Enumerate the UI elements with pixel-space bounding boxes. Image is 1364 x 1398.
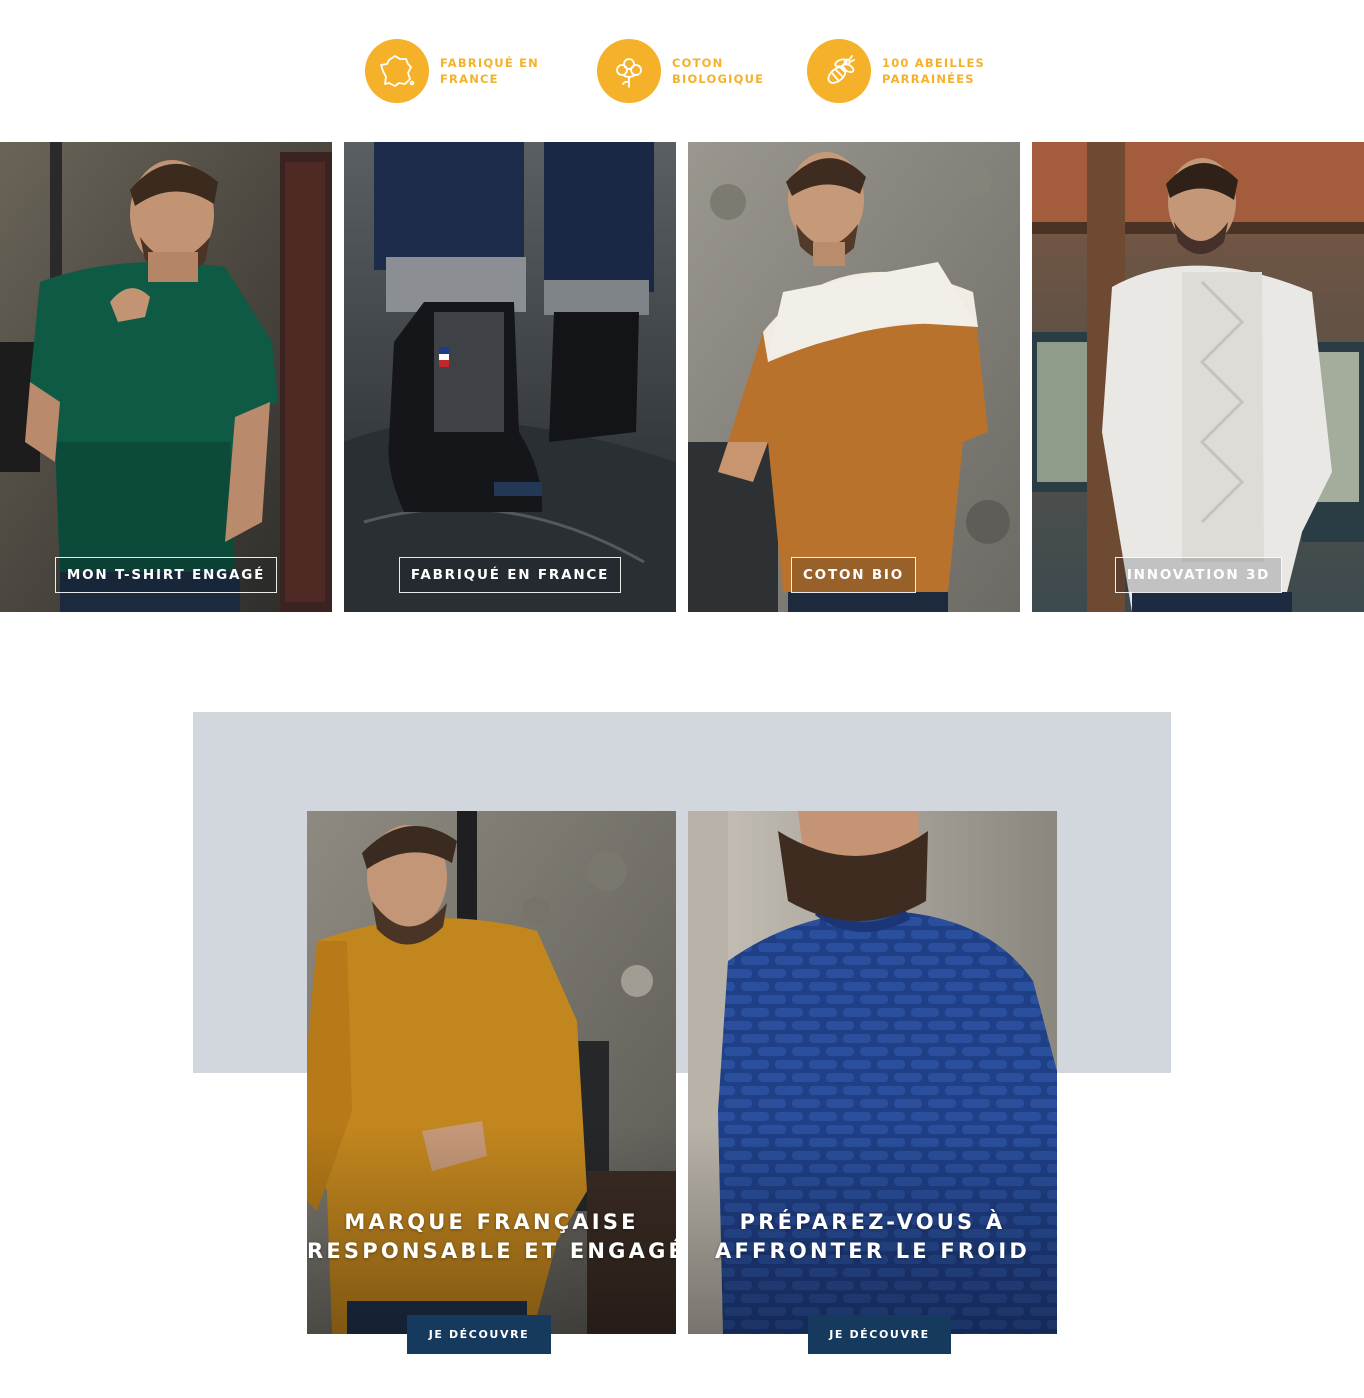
cotton-flower-icon: [597, 39, 661, 103]
man-colorblock-sweatshirt-photo: [688, 142, 1020, 612]
promo-card-french-brand[interactable]: MARQUE FRANÇAISE RESPONSABLE ET ENGAGÉE: [307, 811, 676, 1334]
category-tile-tshirt[interactable]: MON T-SHIRT ENGAGÉ: [0, 142, 332, 612]
promo-headline-line1: MARQUE FRANÇAISE: [344, 1210, 639, 1234]
promo-headline-line2: RESPONSABLE ET ENGAGÉE: [307, 1239, 676, 1263]
black-rain-boots-photo: [344, 142, 676, 612]
feature-sponsored-bees: 100 ABEILLES PARRAINÉES: [807, 39, 985, 103]
promo-headline: MARQUE FRANÇAISE RESPONSABLE ET ENGAGÉE: [307, 1208, 676, 1266]
feature-label-line2: FRANCE: [440, 72, 499, 86]
tile-cta-tshirt[interactable]: MON T-SHIRT ENGAGÉ: [55, 557, 277, 593]
discover-button[interactable]: JE DÉCOUVRE: [407, 1315, 551, 1354]
promo-headline-line1: PRÉPAREZ-VOUS À: [739, 1210, 1006, 1234]
france-map-icon: [365, 39, 429, 103]
tile-cta-organic-cotton[interactable]: COTON BIO: [791, 557, 916, 593]
tile-cta-made-in-france[interactable]: FABRIQUÉ EN FRANCE: [399, 557, 621, 593]
bee-icon: [807, 39, 871, 103]
man-green-tshirt-photo: [0, 142, 332, 612]
feature-label-line2: PARRAINÉES: [882, 72, 975, 86]
promo-headline-line2: AFFRONTER LE FROID: [715, 1239, 1030, 1263]
category-tile-organic-cotton[interactable]: COTON BIO: [688, 142, 1020, 612]
category-tile-3d-innovation[interactable]: INNOVATION 3D: [1032, 142, 1364, 612]
man-white-cable-knit-photo: [1032, 142, 1364, 612]
discover-button[interactable]: JE DÉCOUVRE: [808, 1315, 951, 1354]
category-tile-made-in-france[interactable]: FABRIQUÉ EN FRANCE: [344, 142, 676, 612]
feature-label-line1: 100 ABEILLES: [882, 56, 986, 70]
promo-headline: PRÉPAREZ-VOUS À AFFRONTER LE FROID: [688, 1208, 1057, 1266]
feature-label-line2: BIOLOGIQUE: [672, 72, 765, 86]
feature-organic-cotton: COTON BIOLOGIQUE: [597, 39, 764, 103]
tile-cta-3d-innovation[interactable]: INNOVATION 3D: [1115, 557, 1282, 593]
feature-label-line1: COTON: [672, 56, 724, 70]
feature-label-line1: FABRIQUÉ EN: [440, 56, 539, 70]
promo-card-cold-weather[interactable]: PRÉPAREZ-VOUS À AFFRONTER LE FROID: [688, 811, 1057, 1334]
feature-made-in-france: FABRIQUÉ EN FRANCE: [365, 39, 539, 103]
